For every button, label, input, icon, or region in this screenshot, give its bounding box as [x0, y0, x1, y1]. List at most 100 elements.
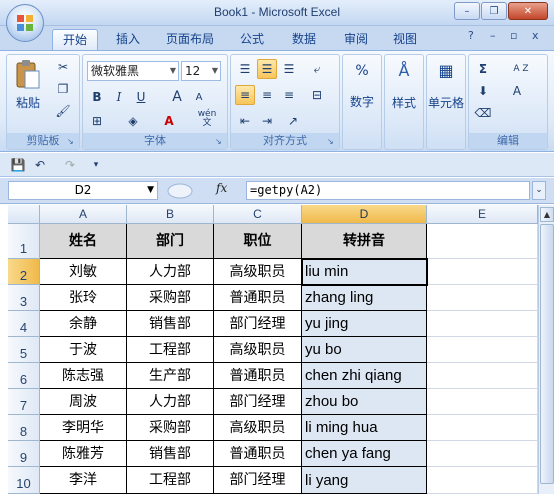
tab-page-layout[interactable]: 页面布局	[160, 29, 220, 50]
orientation-icon[interactable]: ↗	[283, 111, 303, 131]
cell-name[interactable]: 陈志强	[40, 363, 127, 389]
header-cell-pinyin[interactable]: 转拼音	[302, 224, 427, 259]
office-button[interactable]	[6, 4, 44, 42]
cell-empty[interactable]	[427, 311, 538, 337]
paste-button[interactable]: 粘贴	[11, 59, 45, 111]
cell-dept[interactable]: 人力部	[127, 389, 214, 415]
cell-name[interactable]: 李明华	[40, 415, 127, 441]
select-all-button[interactable]	[8, 205, 40, 224]
scroll-up-icon[interactable]: ▲	[540, 207, 554, 222]
number-format-button[interactable]: % 数字	[347, 59, 377, 110]
header-cell-dept[interactable]: 部门	[127, 224, 214, 259]
increase-indent-icon[interactable]: ⇥	[257, 111, 277, 131]
tab-formulas[interactable]: 公式	[232, 29, 272, 50]
underline-button[interactable]: U	[131, 87, 151, 107]
header-cell-name[interactable]: 姓名	[40, 224, 127, 259]
font-size-combo[interactable]: 12 ▼	[181, 61, 221, 81]
row-header-5[interactable]: 5	[8, 337, 40, 363]
ribbon-restore-button[interactable]: ▫	[510, 29, 517, 42]
cell-title[interactable]: 普通职员	[214, 285, 302, 311]
minimize-button[interactable]: –	[454, 2, 480, 20]
alignment-launcher-icon[interactable]: ↘	[327, 137, 337, 147]
grow-font-button[interactable]: A	[167, 87, 187, 107]
tab-data[interactable]: 数据	[284, 29, 324, 50]
cell-title[interactable]: 普通职员	[214, 441, 302, 467]
bold-button[interactable]: B	[87, 87, 107, 107]
cell-e1[interactable]	[427, 224, 538, 259]
restore-button[interactable]: ❐	[481, 2, 507, 20]
cell-empty[interactable]	[427, 467, 538, 494]
cell-dept[interactable]: 采购部	[127, 285, 214, 311]
align-right-icon[interactable]: ≡	[279, 85, 299, 105]
font-launcher-icon[interactable]: ↘	[215, 137, 225, 147]
cell-name[interactable]: 周波	[40, 389, 127, 415]
cell-title[interactable]: 部门经理	[214, 467, 302, 494]
row-header-8[interactable]: 8	[8, 415, 40, 441]
copy-icon[interactable]: ❐	[53, 79, 73, 99]
cell-pinyin[interactable]: li ming hua	[302, 415, 427, 441]
cell-pinyin[interactable]: li yang	[302, 467, 427, 494]
cell-empty[interactable]	[427, 363, 538, 389]
tab-view[interactable]: 视图	[385, 29, 425, 50]
cell-title[interactable]: 普通职员	[214, 363, 302, 389]
row-header-2[interactable]: 2	[8, 259, 40, 285]
cell-name[interactable]: 余静	[40, 311, 127, 337]
header-cell-title[interactable]: 职位	[214, 224, 302, 259]
name-box[interactable]: D2 ▼	[8, 181, 158, 200]
column-header-b[interactable]: B	[127, 205, 214, 224]
redo-icon[interactable]: ↷	[60, 155, 80, 175]
cell-empty[interactable]	[427, 415, 538, 441]
cell-pinyin[interactable]: zhang ling	[302, 285, 427, 311]
align-top-icon[interactable]: ☰	[235, 59, 255, 79]
row-header-6[interactable]: 6	[8, 363, 40, 389]
cell-title[interactable]: 高级职员	[214, 337, 302, 363]
cell-title[interactable]: 高级职员	[214, 259, 302, 285]
column-header-a[interactable]: A	[40, 205, 127, 224]
insert-function-icon[interactable]: fx	[216, 181, 227, 195]
italic-button[interactable]: I	[109, 87, 129, 107]
undo-icon[interactable]: ↶	[30, 155, 50, 175]
column-header-c[interactable]: C	[214, 205, 302, 224]
cell-pinyin[interactable]: liu min	[302, 259, 427, 285]
cell-pinyin[interactable]: chen ya fang	[302, 441, 427, 467]
shrink-font-button[interactable]: A	[189, 87, 209, 107]
row-header-1[interactable]: 1	[8, 224, 40, 259]
cell-name[interactable]: 陈雅芳	[40, 441, 127, 467]
expand-formula-bar-icon[interactable]: ⌄	[532, 181, 546, 200]
align-bottom-icon[interactable]: ☰	[279, 59, 299, 79]
fill-color-icon[interactable]: ◈	[123, 111, 143, 131]
format-painter-icon[interactable]: 🖌	[53, 101, 73, 121]
help-icon[interactable]: ?	[468, 29, 474, 42]
clipboard-launcher-icon[interactable]: ↘	[67, 137, 77, 147]
cell-dept[interactable]: 采购部	[127, 415, 214, 441]
cell-dept[interactable]: 销售部	[127, 441, 214, 467]
cell-pinyin[interactable]: yu jing	[302, 311, 427, 337]
styles-button[interactable]: Å 样式	[389, 59, 419, 111]
formula-input[interactable]: =getpy(A2)	[246, 181, 530, 200]
clear-icon[interactable]: ⌫	[473, 103, 493, 123]
cell-empty[interactable]	[427, 285, 538, 311]
vertical-scrollbar[interactable]: ▲	[538, 205, 554, 494]
find-select-icon[interactable]: A	[507, 81, 527, 101]
tab-insert[interactable]: 插入	[108, 29, 148, 50]
merge-center-icon[interactable]: ⊟	[307, 85, 327, 105]
align-center-icon[interactable]: ≡	[257, 85, 277, 105]
cell-dept[interactable]: 销售部	[127, 311, 214, 337]
fill-icon[interactable]: ⬇	[473, 81, 493, 101]
customize-qat-icon[interactable]: ▾	[86, 155, 106, 175]
cell-pinyin[interactable]: zhou bo	[302, 389, 427, 415]
cell-name[interactable]: 张玲	[40, 285, 127, 311]
font-name-combo[interactable]: 微软雅黑 ▼	[87, 61, 179, 81]
autosum-icon[interactable]: Σ	[473, 59, 493, 79]
cell-title[interactable]: 部门经理	[214, 311, 302, 337]
cell-title[interactable]: 部门经理	[214, 389, 302, 415]
cell-empty[interactable]	[427, 441, 538, 467]
phonetic-button[interactable]: wén 文	[193, 109, 221, 129]
decrease-indent-icon[interactable]: ⇤	[235, 111, 255, 131]
ribbon-minimize-button[interactable]: –	[490, 29, 496, 42]
column-header-e[interactable]: E	[427, 205, 538, 224]
tab-home[interactable]: 开始	[52, 29, 98, 50]
ribbon-close-button[interactable]: x	[532, 29, 539, 42]
cell-dept[interactable]: 工程部	[127, 337, 214, 363]
cell-empty[interactable]	[427, 337, 538, 363]
